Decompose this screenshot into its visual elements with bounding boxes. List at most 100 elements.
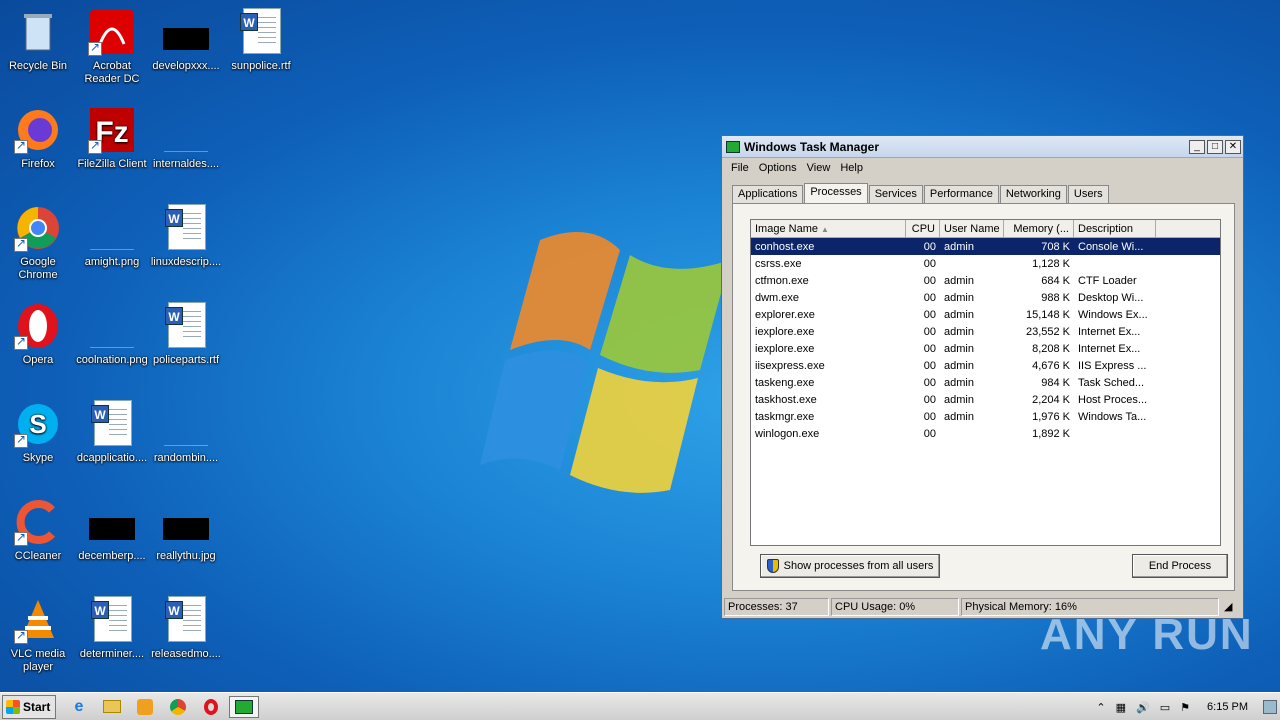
desktop-icon-label: Acrobat Reader DC xyxy=(84,60,140,85)
desktop-icon-firefox[interactable]: Firefox xyxy=(0,106,76,171)
menu-view[interactable]: View xyxy=(802,162,836,174)
shortcut-arrow-icon xyxy=(14,236,28,252)
taskbar-internet-explorer[interactable]: e xyxy=(64,696,94,718)
process-cpu: 00 xyxy=(923,274,936,287)
taskbar-task-manager[interactable] xyxy=(229,695,259,718)
table-row[interactable]: iexplore.exe 00 admin 8,208 K Internet Ex... xyxy=(751,340,1220,357)
desktop-icon-linuxdescrip[interactable]: W linuxdescrip.... xyxy=(148,204,224,269)
show-all-processes-button[interactable]: Show processes from all users xyxy=(760,554,940,578)
start-button[interactable]: Start xyxy=(2,694,56,719)
process-user: admin xyxy=(944,410,974,423)
desktop-icon-vlc[interactable]: VLC media player xyxy=(0,596,76,674)
clock[interactable]: 6:15 PM xyxy=(1207,701,1248,713)
uac-shield-icon xyxy=(766,559,779,573)
maximize-button[interactable]: □ xyxy=(1207,139,1223,154)
desktop-icon-label: Skype xyxy=(22,452,54,464)
desktop-icon-reallythu[interactable]: reallythu.jpg xyxy=(148,498,224,563)
table-row[interactable]: taskeng.exe 00 admin 984 K Task Sched... xyxy=(751,374,1220,391)
desktop-icon-ccleaner[interactable]: CCleaner xyxy=(0,498,76,563)
taskbar-media-player[interactable] xyxy=(130,696,160,718)
show-desktop-button[interactable] xyxy=(1263,700,1277,714)
end-process-button[interactable]: End Process xyxy=(1132,554,1228,578)
battery-icon[interactable]: ▭ xyxy=(1160,701,1170,714)
title-bar[interactable]: Windows Task Manager _ □ ✕ xyxy=(722,136,1243,158)
process-name: explorer.exe xyxy=(755,308,815,321)
desktop-icon-dcapplication[interactable]: W dcapplicatio.... xyxy=(74,400,150,465)
tab-applications[interactable]: Applications xyxy=(732,185,804,204)
process-user: admin xyxy=(944,291,974,304)
table-row[interactable]: iisexpress.exe 00 admin 4,676 K IIS Express … xyxy=(751,357,1220,374)
table-row[interactable]: dwm.exe 00 admin 988 K Desktop Wi... xyxy=(751,289,1220,306)
menu-file[interactable]: File xyxy=(726,162,754,174)
process-description: Internet Ex... xyxy=(1078,342,1141,355)
menu-help[interactable]: Help xyxy=(835,162,868,174)
desktop-icon-amight-png[interactable]: amight.png xyxy=(74,204,150,269)
desktop-icon-label: sunpolice.rtf xyxy=(231,60,291,72)
taskbar-opera[interactable] xyxy=(196,696,226,718)
tab-users[interactable]: Users xyxy=(1067,185,1109,204)
desktop-icon-internaldes[interactable]: internaldes.... xyxy=(148,106,224,171)
column-description[interactable]: Description xyxy=(1074,220,1156,237)
desktop-icon-developxxx[interactable]: developxxx.... xyxy=(148,8,224,73)
tab-performance[interactable]: Performance xyxy=(923,185,999,204)
column-memory[interactable]: Memory (... xyxy=(1004,220,1074,237)
processes-panel: Image Name ▲ CPU User Name Memory (... D… xyxy=(732,203,1235,591)
show-hidden-icons-icon[interactable]: ⌃ xyxy=(1096,701,1105,714)
image-thumbnail-icon xyxy=(163,518,209,540)
desktop-icon-acrobat-reader[interactable]: Acrobat Reader DC xyxy=(74,8,150,86)
word-document-icon: W xyxy=(165,596,206,642)
taskbar-explorer[interactable] xyxy=(97,696,127,718)
media-player-icon xyxy=(137,698,153,715)
process-memory: 1,128 K xyxy=(1032,257,1070,270)
process-memory: 2,204 K xyxy=(1032,393,1070,406)
desktop-icon-opera[interactable]: Opera xyxy=(0,302,76,367)
tab-networking[interactable]: Networking xyxy=(999,185,1067,204)
table-row[interactable]: csrss.exe 00 1,128 K xyxy=(751,255,1220,272)
tab-processes[interactable]: Processes xyxy=(804,183,868,204)
column-user-name[interactable]: User Name xyxy=(940,220,1004,237)
task-manager-window[interactable]: Windows Task Manager _ □ ✕ File Options … xyxy=(721,135,1244,619)
table-row[interactable]: taskmgr.exe 00 admin 1,976 K Windows Ta... xyxy=(751,408,1220,425)
desktop-icon-label: releasedmo.... xyxy=(151,648,221,660)
taskbar-chrome[interactable] xyxy=(163,696,193,718)
desktop-icon-label: CCleaner xyxy=(14,550,62,562)
desktop-icon-recycle-bin[interactable]: Recycle Bin xyxy=(0,8,76,73)
network-icon[interactable]: ▦ xyxy=(1116,701,1126,714)
desktop-icon-releasedmo[interactable]: W releasedmo.... xyxy=(148,596,224,661)
process-memory: 4,676 K xyxy=(1032,359,1070,372)
shortcut-arrow-icon xyxy=(14,628,28,644)
action-center-flag-icon[interactable]: ⚑ xyxy=(1180,701,1190,714)
process-name: ctfmon.exe xyxy=(755,274,809,287)
process-name: iexplore.exe xyxy=(755,325,815,338)
table-row[interactable]: taskhost.exe 00 admin 2,204 K Host Proces... xyxy=(751,391,1220,408)
close-button[interactable]: ✕ xyxy=(1225,139,1241,154)
table-row[interactable]: winlogon.exe 00 1,892 K xyxy=(751,425,1220,442)
word-document-icon: W xyxy=(165,302,206,348)
table-row[interactable]: iexplore.exe 00 admin 23,552 K Internet Ex..… xyxy=(751,323,1220,340)
table-row[interactable]: conhost.exe 00 admin 708 K Console Wi... xyxy=(751,238,1220,255)
process-rows: conhost.exe 00 admin 708 K Console Wi... csrs… xyxy=(751,238,1220,442)
tab-strip: Applications Processes Services Performa… xyxy=(732,183,1110,204)
desktop-icon-label: Firefox xyxy=(21,158,55,170)
volume-icon[interactable]: 🔊 xyxy=(1136,701,1150,714)
table-row[interactable]: ctfmon.exe 00 admin 684 K CTF Loader xyxy=(751,272,1220,289)
desktop-icon-determiner[interactable]: W determiner.... xyxy=(74,596,150,661)
desktop-icon-google-chrome[interactable]: Google Chrome xyxy=(0,204,76,282)
desktop-icon-skype[interactable]: S Skype xyxy=(0,400,76,465)
image-thumbnail-icon xyxy=(164,424,208,446)
desktop-icon-policeparts[interactable]: W policeparts.rtf xyxy=(148,302,224,367)
process-list[interactable]: Image Name ▲ CPU User Name Memory (... D… xyxy=(750,219,1221,546)
column-image-name[interactable]: Image Name ▲ xyxy=(751,220,906,237)
process-cpu: 00 xyxy=(923,376,936,389)
column-cpu[interactable]: CPU xyxy=(906,220,940,237)
tab-services[interactable]: Services xyxy=(868,185,923,204)
menu-options[interactable]: Options xyxy=(754,162,802,174)
minimize-button[interactable]: _ xyxy=(1189,139,1205,154)
desktop-icon-filezilla[interactable]: Fz FileZilla Client xyxy=(74,106,150,171)
chrome-icon xyxy=(170,698,186,715)
desktop-icon-randombin[interactable]: randombin.... xyxy=(148,400,224,465)
table-row[interactable]: explorer.exe 00 admin 15,148 K Windows Ex... xyxy=(751,306,1220,323)
desktop-icon-decemberp[interactable]: decemberp.... xyxy=(74,498,150,563)
desktop-icon-sunpolice[interactable]: W sunpolice.rtf xyxy=(223,8,299,73)
desktop-icon-coolnation-png[interactable]: coolnation.png xyxy=(74,302,150,367)
